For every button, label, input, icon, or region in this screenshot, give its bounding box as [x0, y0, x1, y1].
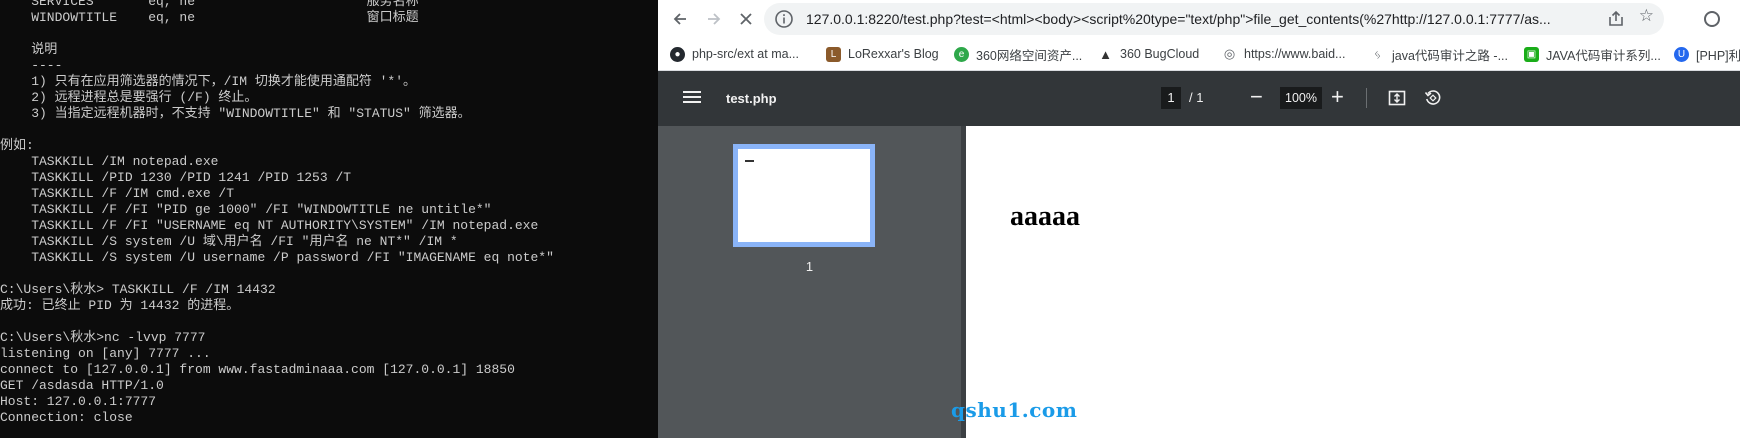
terminal-line: C:\Users\秋水> TASKKILL /F /IM 14432: [0, 282, 276, 297]
terminal-line: ----: [0, 58, 63, 73]
page-text: aaaaa: [1010, 201, 1080, 232]
terminal-line: 2) 远程进程总是要强行 (/F) 终止。: [0, 90, 258, 105]
terminal-line: TASKKILL /PID 1230 /PID 1241 /PID 1253 /…: [0, 170, 352, 185]
terminal-line: WINDOWTITLE eq, ne 窗口标题: [0, 10, 419, 25]
info-icon[interactable]: [774, 9, 794, 29]
zoom-out-button[interactable]: −: [1250, 83, 1263, 111]
terminal-line: 成功: 已终止 PID 为 14432 的进程。: [0, 298, 240, 313]
bookmarks-bar: ● php-src/ext at ma... L LoRexxar's Blog…: [658, 38, 1740, 71]
terminal-line: TASKKILL /F /FI "PID ge 1000" /FI "WINDO…: [0, 202, 492, 217]
terminal-line: TASKKILL /IM notepad.exe: [0, 154, 219, 169]
terminal-line: 说明: [0, 42, 58, 57]
pdf-thumbnail-sidebar: 1: [658, 126, 961, 438]
browser-toolbar: 127.0.0.1:8220/test.php?test=<html><body…: [658, 0, 1740, 38]
terminal-line: GET /asdasda HTTP/1.0: [0, 378, 164, 393]
bookmark-label: php-src/ext at ma...: [692, 47, 799, 61]
page-thumbnail[interactable]: [733, 144, 875, 247]
terminal-line: TASKKILL /F /IM cmd.exe /T: [0, 186, 235, 201]
pdf-toolbar: test.php 1 / 1 − 100% +: [658, 71, 1740, 126]
bookmark-item[interactable]: L LoRexxar's Blog: [826, 38, 939, 70]
bookmark-item[interactable]: e 360网络空间资产...: [954, 38, 1082, 70]
java-icon: ᛃ: [1373, 46, 1382, 62]
github-icon: ●: [670, 46, 685, 62]
back-button[interactable]: [666, 5, 694, 33]
profile-circle-icon: [1704, 11, 1720, 27]
forward-button[interactable]: [700, 5, 728, 33]
menu-icon[interactable]: [683, 88, 701, 108]
pdf-page: aaaaa: [966, 126, 1740, 438]
thumbnail-text-mark: [745, 160, 754, 162]
terminal-line: Host: 127.0.0.1:7777: [0, 394, 157, 409]
terminal-line: C:\Users\秋水>nc -lvvp 7777: [0, 330, 206, 345]
page-count: / 1: [1189, 90, 1204, 105]
arrow-left-icon: [673, 13, 686, 25]
thumbnail-page-number: 1: [805, 259, 814, 274]
bookmark-item[interactable]: ᛃ java代码审计之路 -...: [1370, 38, 1508, 70]
terminal-line: 1) 只有在应用筛选器的情况下，/IM 切换才能使用通配符 '*'。: [0, 74, 417, 89]
bookmark-label: 360 BugCloud: [1120, 47, 1200, 61]
bookmark-item[interactable]: ◎ https://www.baid...: [1222, 38, 1346, 70]
address-bar[interactable]: 127.0.0.1:8220/test.php?test=<html><body…: [764, 3, 1664, 35]
watermark-text: qshu1.com: [951, 398, 1078, 422]
globe-icon: ◎: [1223, 46, 1236, 61]
extension-button[interactable]: [1698, 5, 1726, 33]
terminal-line: 3) 当指定远程机器时，不支持 "WINDOWTITLE" 和 "STATUS"…: [0, 106, 471, 121]
terminal-line: TASKKILL /S system /U 域\用户名 /FI "用户名 ne …: [0, 234, 458, 249]
bookmark-item[interactable]: ▣ JAVA代码审计系列...: [1524, 38, 1661, 70]
terminal-line: listening on [any] 7777 ...: [0, 346, 211, 361]
bookmark-label: JAVA代码审计系列...: [1546, 48, 1661, 63]
bookmark-star-icon[interactable]: ☆: [1639, 6, 1654, 26]
close-icon: [740, 13, 752, 25]
terminal-line: TASKKILL /S system /U username /P passwo…: [0, 250, 554, 265]
page-number-input[interactable]: 1: [1161, 87, 1181, 109]
bookmark-label: 360网络空间资产...: [976, 48, 1083, 63]
terminal-line: 例如:: [0, 138, 34, 153]
bugcloud-icon: ▲: [1099, 46, 1112, 62]
arrow-right-icon: [708, 13, 721, 25]
zoom-in-button[interactable]: +: [1331, 83, 1344, 111]
terminal-window[interactable]: SERVICES eq, ne 服务名称 WINDOWTITLE eq, ne …: [0, 0, 658, 438]
php-icon: U: [1674, 46, 1689, 62]
terminal-line: SERVICES eq, ne 服务名称: [0, 0, 419, 9]
share-icon[interactable]: [1606, 9, 1626, 29]
bookmark-label: java代码审计之路 -...: [1392, 48, 1508, 63]
bookmark-item[interactable]: ▲ 360 BugCloud: [1098, 38, 1199, 70]
bookmark-label: https://www.baid...: [1244, 47, 1346, 61]
bookmark-item[interactable]: ● php-src/ext at ma...: [670, 38, 799, 70]
terminal-line: connect to [127.0.0.1] from www.fastadmi…: [0, 362, 515, 377]
zoom-input[interactable]: 100%: [1280, 87, 1322, 109]
url-text[interactable]: 127.0.0.1:8220/test.php?test=<html><body…: [806, 3, 1566, 35]
stop-button[interactable]: [732, 5, 760, 33]
pdf-filename: test.php: [726, 91, 777, 106]
terminal-line: Connection: close: [0, 410, 133, 425]
terminal-output: SERVICES eq, ne 服务名称 WINDOWTITLE eq, ne …: [0, 0, 554, 426]
browser-window: 127.0.0.1:8220/test.php?test=<html><body…: [658, 0, 1740, 438]
bookmark-item[interactable]: U [PHP]利: [1674, 38, 1740, 70]
bookmark-label: LoRexxar's Blog: [848, 47, 939, 61]
terminal-line: TASKKILL /F /FI "USERNAME eq NT AUTHORIT…: [0, 218, 539, 233]
rotate-icon[interactable]: [1424, 89, 1442, 107]
wechat-icon: ▣: [1524, 46, 1539, 62]
360-icon: e: [954, 46, 969, 62]
blog-icon: L: [826, 46, 841, 62]
bookmark-label: [PHP]利: [1696, 48, 1740, 63]
fit-page-icon[interactable]: [1388, 89, 1406, 107]
toolbar-divider: [1366, 88, 1367, 108]
